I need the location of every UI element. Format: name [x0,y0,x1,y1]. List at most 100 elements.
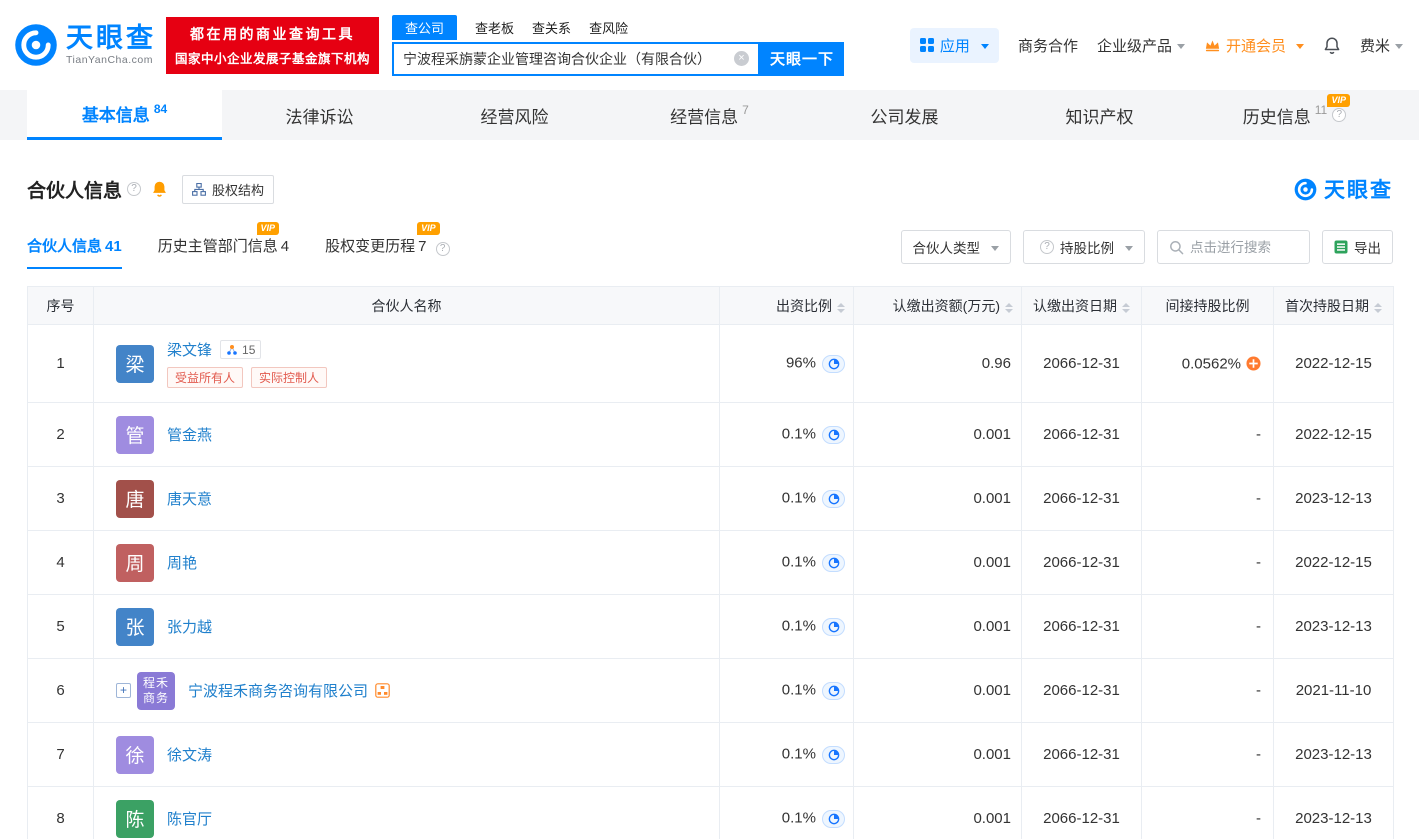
subtab-equity-change-history[interactable]: VIP 股权变更历程7 ? [325,235,450,269]
col-header-indirect-ratio: 间接持股比例 [1142,287,1274,325]
search-button[interactable]: 天眼一下 [760,42,844,76]
sort-icon[interactable] [837,303,845,313]
equity-structure-mini-icon[interactable] [375,683,390,698]
cell-indirect-ratio: - [1142,403,1274,467]
table-search-box[interactable] [1157,230,1310,264]
partner-type-filter[interactable]: 合伙人类型 [901,230,1012,264]
subtab-count: 4 [281,238,289,255]
partner-name-link[interactable]: 陈官厅 [167,808,212,829]
vip-badge: VIP [417,222,440,235]
actual-controller-tag[interactable]: 实际控制人 [251,367,327,388]
tianyancha-watermark: 天眼查 [1294,174,1393,204]
expand-icon[interactable]: + [116,683,131,698]
cell-subscribed-amount: 0.001 [854,659,1022,723]
subtab-history-departments[interactable]: VIP 历史主管部门信息4 [158,235,289,269]
sort-icon[interactable] [1122,303,1130,313]
cell-first-holding-date: 2021-11-10 [1274,659,1394,723]
relation-graph-badge[interactable]: 15 [220,340,261,359]
partner-avatar: 程禾商务 [137,672,175,710]
section-help-icon[interactable]: ? [127,182,141,196]
subtab-partners[interactable]: 合伙人信息41 [27,235,122,269]
cell-subscribed-date: 2066-12-31 [1022,659,1142,723]
cell-subscribed-amount: 0.001 [854,723,1022,787]
tab-operation-info[interactable]: 经营信息7 [612,90,807,140]
clear-search-icon[interactable]: × [734,51,749,66]
sort-icon[interactable] [1374,303,1382,313]
tianyancha-logo[interactable]: 天眼查 TianYanCha.com [14,23,156,67]
cell-capital-ratio: 0.1% [720,403,854,467]
section-header: 合伙人信息 ? 股权结构 [27,174,1393,204]
equity-pie-icon[interactable] [822,355,845,373]
export-button[interactable]: 导出 [1322,230,1393,264]
nav-business-cooperation[interactable]: 商务合作 [1018,35,1078,56]
equity-pie-icon[interactable] [822,810,845,828]
tab-legal-proceedings[interactable]: 法律诉讼 [222,90,417,140]
partner-avatar: 梁 [116,345,154,383]
partner-name-link[interactable]: 张力越 [167,616,212,637]
equity-pie-icon[interactable] [822,426,845,444]
row-index: 6 [28,659,94,723]
apps-label: 应用 [940,35,970,56]
penetrate-icon[interactable] [1246,356,1261,371]
equity-pie-icon[interactable] [822,490,845,508]
tab-count: 84 [154,102,167,116]
partner-name-link[interactable]: 宁波程禾商务咨询有限公司 [188,680,368,701]
vip-badge: VIP [1327,94,1350,107]
cell-indirect-ratio: - [1142,595,1274,659]
subtab-count: 7 [418,238,426,255]
nav-user-account[interactable]: 费米 [1360,35,1403,56]
search-tab-relation[interactable]: 查关系 [532,15,571,40]
partner-name-link[interactable]: 唐天意 [167,488,212,509]
partner-avatar: 徐 [116,736,154,774]
cell-subscribed-date: 2066-12-31 [1022,723,1142,787]
partner-name-link[interactable]: 徐文涛 [167,744,212,765]
col-header-partner-name: 合伙人名称 [94,287,720,325]
col-header-subscribed-date: 认缴出资日期 [1022,287,1142,325]
table-row: 7 徐 徐文涛 0.1% 0.001 2066-12-31 - [28,723,1394,787]
cell-indirect-ratio: - [1142,723,1274,787]
section-title: 合伙人信息 [27,176,122,203]
partner-name-link[interactable]: 梁文锋 [167,339,212,360]
help-icon: ? [1040,240,1054,254]
partner-name-link[interactable]: 周艳 [167,552,197,573]
partner-name-link[interactable]: 管金燕 [167,424,212,445]
equity-pie-icon[interactable] [822,554,845,572]
apps-menu-button[interactable]: 应用 [910,28,999,63]
search-area: 查公司 查老板 查关系 查风险 × 天眼一下 [392,15,844,76]
table-search-input[interactable] [1190,240,1298,255]
nav-enterprise-products[interactable]: 企业级产品 [1097,35,1185,56]
tab-basic-info[interactable]: 基本信息84 [27,90,222,140]
nav-open-membership[interactable]: 开通会员 [1204,35,1304,56]
cell-first-holding-date: 2023-12-13 [1274,723,1394,787]
tab-history-info[interactable]: VIP 历史信息11 ? [1197,90,1392,140]
org-chart-icon [192,183,206,196]
row-index: 4 [28,531,94,595]
partner-avatar: 管 [116,416,154,454]
cell-subscribed-amount: 0.001 [854,787,1022,839]
search-input[interactable] [394,51,734,67]
tab-company-development[interactable]: 公司发展 [807,90,1002,140]
equity-pie-icon[interactable] [822,746,845,764]
beneficial-owner-tag[interactable]: 受益所有人 [167,367,243,388]
monitor-bell-icon[interactable] [151,180,168,198]
cell-indirect-ratio: - [1142,467,1274,531]
table-row: 8 陈 陈官厅 0.1% 0.001 2066-12-31 - [28,787,1394,839]
cell-indirect-ratio: - [1142,787,1274,839]
help-icon[interactable]: ? [1332,108,1346,122]
equity-pie-icon[interactable] [822,682,845,700]
cell-capital-ratio: 0.1% [720,531,854,595]
help-icon[interactable]: ? [436,242,450,256]
equity-structure-button[interactable]: 股权结构 [182,175,274,204]
tab-count: 11 [1315,103,1327,117]
tab-operation-risk[interactable]: 经营风险 [417,90,612,140]
cell-subscribed-date: 2066-12-31 [1022,595,1142,659]
search-tab-boss[interactable]: 查老板 [475,15,514,40]
search-tab-company[interactable]: 查公司 [392,15,457,40]
partner-avatar: 陈 [116,800,154,838]
equity-pie-icon[interactable] [822,618,845,636]
tab-intellectual-property[interactable]: 知识产权 [1002,90,1197,140]
notification-bell-icon[interactable] [1323,36,1341,55]
sort-icon[interactable] [1005,303,1013,313]
search-tab-risk[interactable]: 查风险 [589,15,628,40]
holding-ratio-filter[interactable]: ? 持股比例 [1023,230,1145,264]
